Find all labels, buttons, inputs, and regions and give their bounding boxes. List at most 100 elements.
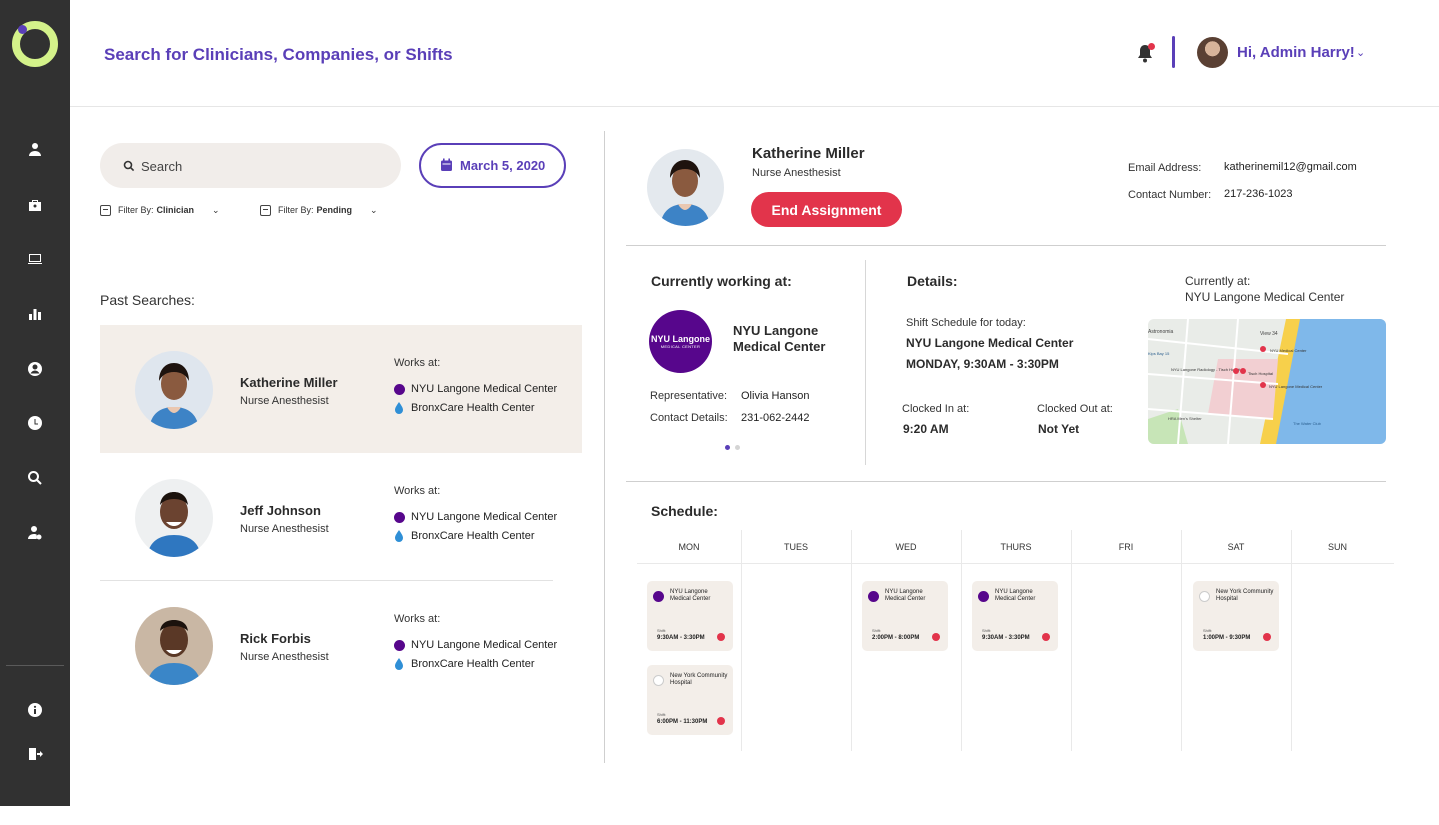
section-divider [865,260,866,465]
filter-status-dropdown[interactable]: Filter By: Pending ⌄ [260,203,378,217]
user-circle-icon[interactable] [25,359,45,379]
sidebar-divider [6,665,64,666]
workplace-item[interactable]: NYU Langone Medical Center [394,511,557,523]
bar-chart-icon[interactable] [25,304,45,324]
logout-icon[interactable] [25,744,45,764]
filter-clinician-dropdown[interactable]: Filter By: Clinician ⌄ [100,203,220,217]
shift-card[interactable]: NYU Langone Medical Center Shift: 9:30AM… [647,581,733,651]
shift-card[interactable]: NYU Langone Medical Center Shift: 9:30AM… [972,581,1058,651]
chevron-down-icon: ⌄ [370,204,378,215]
clocked-in-value: 9:20 AM [903,422,949,436]
monitor-icon[interactable] [25,249,45,269]
contact-details-value: 231-062-2442 [741,412,810,424]
detail-name: Katherine Miller [752,145,865,162]
email-value[interactable]: katherinemil12@gmail.com [1224,161,1357,173]
day-header: FRI [1118,542,1134,552]
shift-card[interactable]: New York Community Hospital Shift: 1:00P… [1193,581,1279,651]
bronxcare-logo-icon [395,530,403,542]
avatar [135,351,213,429]
location-map[interactable]: Astronomia View 34 NYU Medical Center NY… [1148,319,1386,444]
search-icon[interactable] [25,468,45,488]
chevron-down-icon[interactable]: ⌄ [1356,46,1365,59]
map-label: NYU Medical Center [1270,348,1307,353]
avatar [135,479,213,557]
search-icon [123,160,135,172]
nyu-logo-icon [394,639,405,651]
works-at-label: Works at: [394,485,441,497]
map-label: Kips Bay 15 [1148,351,1170,356]
sidebar [0,0,70,806]
clinician-icon[interactable] [25,140,45,160]
workplace-item[interactable]: NYU Langone Medical Center [394,383,557,395]
avatar[interactable] [1197,37,1228,68]
phone-value[interactable]: 217-236-1023 [1224,188,1293,200]
day-header: THURS [1000,542,1032,552]
alert-icon[interactable] [717,717,725,725]
day-header: MON [678,542,700,552]
currently-at-label: Currently at: [1185,274,1251,288]
header-divider [70,106,1439,107]
works-at-label: Works at: [394,613,441,625]
list-divider [100,580,553,581]
alert-icon[interactable] [717,633,725,641]
map-label: NYU Langone Medical Center [1269,384,1323,389]
works-at-label: Works at: [394,357,441,369]
bronxcare-logo-icon [395,658,403,670]
alert-icon[interactable] [932,633,940,641]
representative-value: Olivia Hanson [741,390,810,402]
alert-icon[interactable] [1042,633,1050,641]
workplace-item[interactable]: BronxCare Health Center [394,658,535,670]
workplace-item[interactable]: BronxCare Health Center [394,530,535,542]
header-separator [1172,36,1175,68]
nyu-logo-icon [868,591,879,602]
avatar [647,149,724,226]
clinician-name: Rick Forbis [240,631,311,646]
notification-dot [1148,43,1155,50]
end-assignment-button[interactable]: End Assignment [751,192,902,227]
clinician-name: Katherine Miller [240,375,338,390]
alert-icon[interactable] [1263,633,1271,641]
phone-label: Contact Number: [1128,189,1212,201]
filter-icon [260,204,271,216]
clocked-out-value: Not Yet [1038,422,1080,436]
detail-role: Nurse Anesthesist [752,167,841,179]
nyu-logo: NYU Langone MEDICAL CENTER [649,310,712,373]
shift-today-time: MONDAY, 9:30AM - 3:30PM [906,357,1059,371]
admin-greeting[interactable]: Hi, Admin Harry! [1237,44,1355,61]
shift-card[interactable]: New York Community Hospital Shift: 6:00P… [647,665,733,735]
day-header: WED [895,542,917,552]
shift-card[interactable]: NYU Langone Medical Center Shift: 2:00PM… [862,581,948,651]
workplace-item[interactable]: NYU Langone Medical Center [394,639,557,651]
avatar [135,607,213,685]
clinician-name: Jeff Johnson [240,503,321,518]
nyu-logo-icon [394,511,405,523]
carousel-dot[interactable] [735,445,740,450]
page-title[interactable]: Search for Clinicians, Companies, or Shi… [104,45,453,65]
clock-icon[interactable] [25,413,45,433]
calendar-header-divider [637,563,1394,564]
map-label: View 34 [1260,331,1278,337]
map-label: The Water Club [1293,421,1322,426]
filter-icon [100,204,111,216]
details-title: Details: [907,273,958,289]
clinician-role: Nurse Anesthesist [240,651,329,663]
map-label: HRA Men's Shelter [1168,416,1202,421]
schedule-title: Schedule: [651,503,718,519]
nych-logo-icon [1199,591,1210,602]
calendar-icon [441,158,452,171]
search-placeholder: Search [141,159,183,174]
info-icon[interactable] [25,700,45,720]
map-label: Tisch Hospital [1248,371,1273,376]
briefcase-icon[interactable] [25,195,45,215]
section-divider [626,245,1386,246]
shift-today-place: NYU Langone Medical Center [906,336,1074,350]
carousel-dot-active[interactable] [725,445,730,450]
day-header: SUN [1327,542,1347,552]
date-label: March 5, 2020 [460,158,546,173]
app-logo[interactable] [12,21,58,67]
nyu-logo-icon [653,591,664,602]
workplace-item[interactable]: BronxCare Health Center [394,402,535,414]
user-settings-icon[interactable] [25,523,45,543]
clocked-in-label: Clocked In at: [902,403,970,415]
currently-working-title: Currently working at: [651,273,792,289]
